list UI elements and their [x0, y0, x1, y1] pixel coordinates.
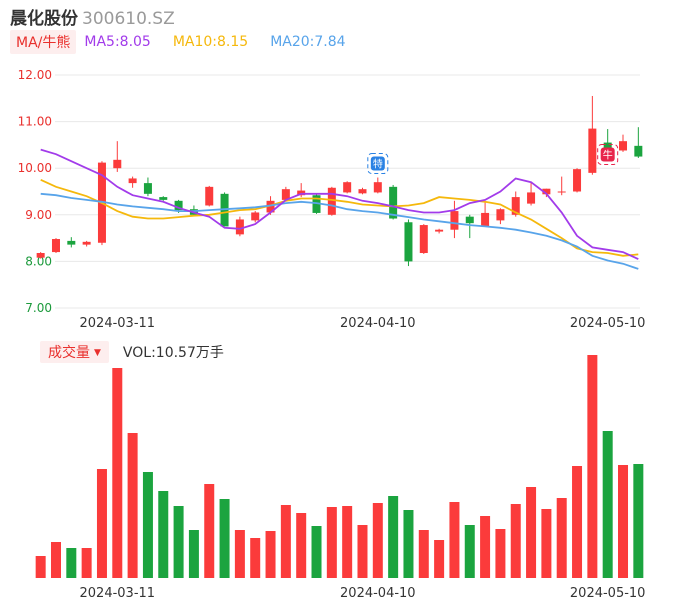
- candle-body: [327, 187, 336, 215]
- price-tick-label: 10.00: [18, 161, 52, 175]
- ma20-line: [40, 192, 639, 270]
- date-tick-label: 2024-04-10: [340, 586, 416, 601]
- candle-body: [465, 216, 474, 224]
- candle-body: [373, 182, 382, 193]
- kline-chart[interactable]: 12.0011.0010.009.008.007.00 特牛 2024-03-1…: [0, 0, 686, 606]
- volume-bar: [35, 556, 46, 578]
- volume-bar: [112, 368, 123, 578]
- candle-body: [51, 239, 60, 253]
- candle-body: [235, 219, 244, 235]
- candle-body: [481, 212, 490, 226]
- date-tick-label: 2024-04-10: [340, 316, 416, 331]
- candle-body: [159, 197, 168, 200]
- date-tick-label: 2024-05-10: [570, 586, 646, 601]
- signal-marker-glyph: 特: [373, 159, 383, 171]
- volume-bar: [326, 507, 337, 578]
- volume-bar: [541, 509, 552, 578]
- volume-bar: [96, 469, 107, 578]
- volume-bar: [572, 466, 583, 578]
- volume-bar: [296, 513, 307, 578]
- date-tick-label: 2024-03-11: [80, 586, 156, 601]
- volume-bar: [403, 510, 414, 578]
- ma-lines: [40, 148, 639, 270]
- volume-bar: [280, 505, 291, 578]
- volume-bar: [618, 465, 629, 578]
- volume-bar: [418, 530, 429, 578]
- volume-bar: [311, 526, 322, 578]
- price-tick-label: 9.00: [25, 208, 52, 222]
- volume-bar: [357, 525, 368, 578]
- candle-body: [435, 229, 444, 232]
- volume-bar: [495, 529, 506, 578]
- candle-body: [205, 186, 214, 206]
- volume-bar: [480, 516, 491, 578]
- volume-bar: [50, 542, 61, 578]
- volume-bars: [35, 355, 644, 578]
- price-tick-label: 7.00: [25, 301, 52, 315]
- candle-body: [419, 225, 428, 254]
- candle-body: [67, 240, 76, 245]
- volume-bar: [204, 484, 215, 578]
- candle-body: [113, 159, 122, 169]
- candle-body: [36, 253, 45, 258]
- volume-bar: [464, 525, 475, 578]
- volume-bar: [265, 531, 276, 578]
- candle-body: [573, 169, 582, 192]
- price-tick-label: 12.00: [18, 68, 52, 82]
- date-tick-label: 2024-03-11: [80, 316, 156, 331]
- volume-bar: [556, 498, 567, 578]
- candle-body: [343, 182, 352, 193]
- volume-bar: [633, 464, 644, 578]
- ma5-line: [40, 148, 639, 260]
- volume-bar: [142, 472, 153, 578]
- signal-marker-glyph: 牛: [603, 148, 613, 161]
- candle-body: [404, 222, 413, 262]
- volume-bar: [449, 502, 460, 578]
- volume-bar: [372, 503, 383, 578]
- volume-bar: [434, 540, 445, 578]
- price-tick-label: 11.00: [18, 115, 52, 129]
- volume-bar: [234, 530, 245, 578]
- candle-body: [619, 141, 628, 151]
- volume-bar: [66, 548, 77, 578]
- candle-body: [450, 211, 459, 230]
- candle-body: [496, 209, 505, 221]
- candle-body: [557, 191, 566, 193]
- date-axis-top: 2024-03-11 2024-04-10 2024-05-10: [80, 316, 646, 331]
- candle-body: [143, 183, 152, 194]
- volume-bar: [342, 506, 353, 578]
- volume-bar: [526, 487, 537, 578]
- volume-bar: [510, 504, 521, 578]
- volume-bar: [173, 506, 184, 578]
- volume-bar: [127, 433, 138, 578]
- volume-bar: [587, 355, 598, 578]
- date-axis-bottom: 2024-03-11 2024-04-10 2024-05-10: [80, 586, 646, 601]
- volume-bar: [81, 548, 92, 578]
- volume-bar: [158, 491, 169, 578]
- volume-bar: [188, 530, 199, 578]
- volume-bar: [602, 431, 613, 578]
- candle-body: [358, 189, 367, 194]
- volume-bar: [250, 538, 261, 578]
- candle-body: [634, 145, 643, 157]
- candle-body: [128, 178, 137, 184]
- price-axis: 12.0011.0010.009.008.007.00: [18, 68, 52, 315]
- volume-bar: [388, 496, 399, 578]
- date-tick-label: 2024-05-10: [570, 316, 646, 331]
- candle-body: [251, 212, 260, 221]
- candle-body: [527, 192, 536, 204]
- volume-bar: [219, 499, 230, 578]
- candle-body: [588, 128, 597, 173]
- candle-body: [82, 241, 91, 245]
